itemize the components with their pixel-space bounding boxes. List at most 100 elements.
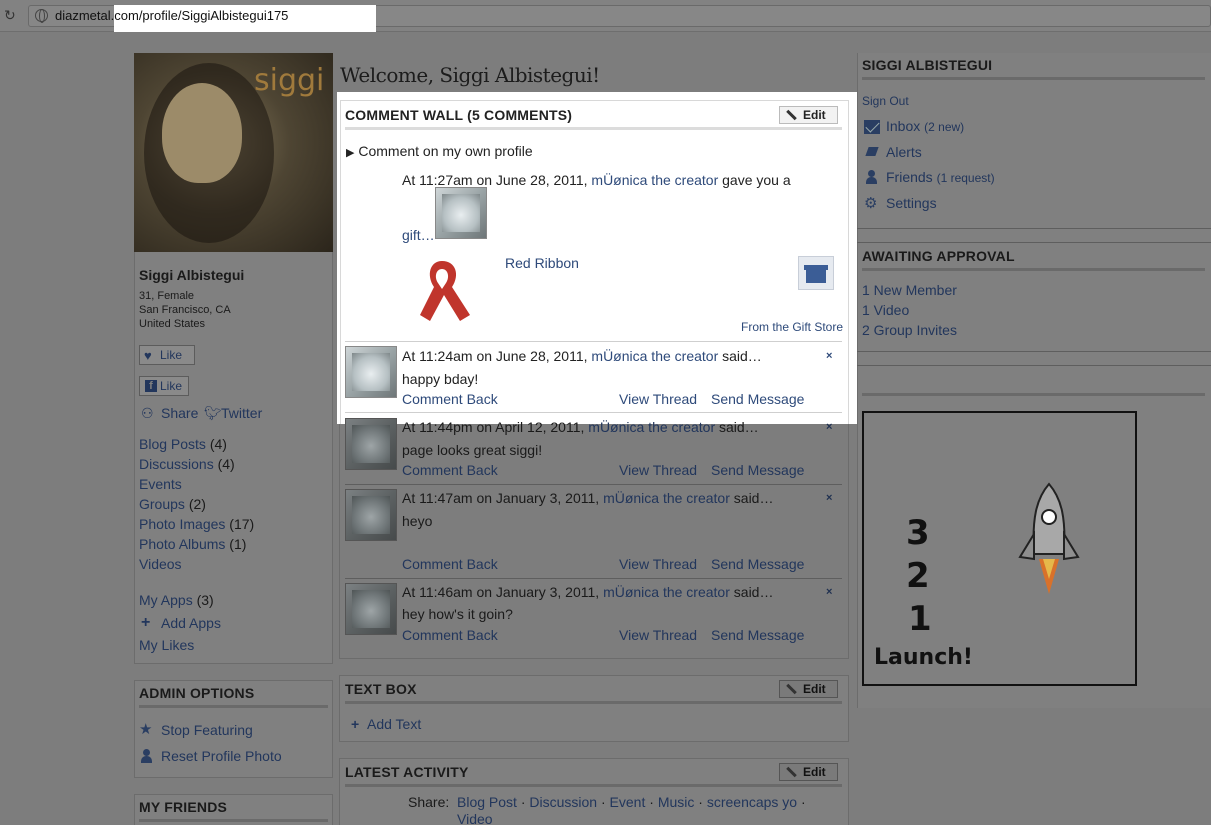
sidebar-divider [857, 365, 1211, 366]
comment-author-avatar[interactable] [345, 489, 397, 541]
left-nav-item[interactable]: Events [139, 476, 182, 492]
share-event-link[interactable]: Event [610, 794, 646, 810]
countdown-3: 3 [906, 513, 930, 553]
share-link[interactable]: Share [161, 405, 198, 421]
stop-featuring-link[interactable]: Stop Featuring [161, 722, 253, 738]
comment-author-link[interactable]: mÜønica the creator [603, 490, 730, 506]
share-video-link[interactable]: Video [457, 811, 493, 825]
user-menu-title: SIGGI ALBISTEGUI [862, 57, 993, 73]
share-music-link[interactable]: Music [658, 794, 695, 810]
comment-author-avatar[interactable] [345, 418, 397, 470]
comment-back-link[interactable]: Comment Back [402, 627, 498, 643]
text-box-edit-button[interactable]: Edit [779, 680, 838, 698]
awaiting-approval-title: AWAITING APPROVAL [862, 248, 1015, 264]
latest-activity-rule [345, 784, 842, 787]
plus-icon: + [351, 716, 360, 732]
comment-author-avatar[interactable] [345, 346, 397, 398]
view-thread-link[interactable]: View Thread [619, 462, 697, 478]
comment-back-link[interactable]: Comment Back [402, 462, 498, 478]
comment-author-link[interactable]: mÜønica the creator [603, 584, 730, 600]
profile-photo[interactable]: siggi [134, 53, 333, 252]
comment-header: At 11:24am on June 28, 2011, mÜønica the… [402, 348, 762, 364]
send-message-link[interactable]: Send Message [711, 556, 804, 572]
left-nav-item[interactable]: Photo Images (17) [139, 516, 254, 532]
send-message-link[interactable]: Send Message [711, 391, 804, 407]
admin-options-rule [139, 705, 328, 708]
delete-comment-icon[interactable]: × [826, 350, 832, 362]
awaiting-new-member-link[interactable]: 1 New Member [862, 282, 957, 298]
comment-author-link[interactable]: mÜønica the creator [588, 419, 715, 435]
comment-author-link[interactable]: mÜønica the creator [591, 348, 718, 364]
friends-link[interactable]: Friends (1 request) [886, 169, 995, 185]
like-button[interactable]: ♥ Like [139, 345, 195, 365]
comment-divider [345, 412, 842, 413]
alerts-link[interactable]: Alerts [886, 144, 922, 160]
gift-sender-avatar[interactable] [435, 187, 487, 239]
profile-country: United States [139, 318, 206, 330]
share-icon: ⚇ [141, 405, 154, 421]
profile-age-gender: 31, Female [139, 290, 195, 302]
gift-link[interactable]: gift… [402, 227, 435, 243]
comment-header: At 11:44pm on April 12, 2011, mÜønica th… [402, 419, 759, 435]
comment-divider [345, 484, 842, 485]
my-likes-link[interactable]: My Likes [139, 637, 194, 653]
delete-comment-icon[interactable]: × [826, 586, 832, 598]
settings-link[interactable]: Settings [886, 195, 937, 211]
latest-activity-title: LATEST ACTIVITY [345, 764, 469, 780]
send-message-link[interactable]: Send Message [711, 462, 804, 478]
triangle-right-icon: ▶ [346, 147, 355, 159]
add-apps-link[interactable]: Add Apps [161, 615, 221, 631]
reset-profile-photo-link[interactable]: Reset Profile Photo [161, 748, 282, 764]
view-thread-link[interactable]: View Thread [619, 391, 697, 407]
inbox-link[interactable]: Inbox (2 new) [886, 118, 964, 134]
comment-back-link[interactable]: Comment Back [402, 391, 498, 407]
sign-out-link[interactable]: Sign Out [862, 94, 909, 108]
view-thread-link[interactable]: View Thread [619, 627, 697, 643]
awaiting-group-invites-link[interactable]: 2 Group Invites [862, 322, 957, 338]
settings-icon [864, 194, 880, 212]
friends-icon [864, 170, 880, 184]
share-screencaps-link[interactable]: screencaps yo [707, 794, 797, 810]
share-discussion-link[interactable]: Discussion [529, 794, 597, 810]
rocket-icon [1018, 482, 1080, 594]
comment-own-profile-toggle[interactable]: ▶ Comment on my own profile [346, 143, 533, 159]
red-ribbon-icon[interactable] [412, 253, 482, 328]
comment-text: heyo [402, 513, 433, 529]
reload-icon[interactable]: ↻ [4, 8, 18, 22]
left-nav-item[interactable]: Groups (2) [139, 496, 206, 512]
comment-wall-title: COMMENT WALL (5 COMMENTS) [345, 107, 573, 123]
comment-author-avatar[interactable] [345, 583, 397, 635]
share-blog-post-link[interactable]: Blog Post [457, 794, 517, 810]
latest-activity-edit-button[interactable]: Edit [779, 763, 838, 781]
delete-comment-icon[interactable]: × [826, 492, 832, 504]
share-links-row: Blog Post · Discussion · Event · Music ·… [457, 794, 806, 810]
awaiting-video-link[interactable]: 1 Video [862, 302, 909, 318]
admin-options-title: ADMIN OPTIONS [139, 685, 255, 701]
heart-icon: ♥ [144, 348, 152, 363]
left-nav-item[interactable]: Videos [139, 556, 182, 572]
profile-photo-caption: siggi [254, 63, 325, 98]
left-nav-item[interactable]: Discussions (4) [139, 456, 235, 472]
comment-text: happy bday! [402, 371, 479, 387]
gift-box-icon[interactable] [798, 256, 834, 290]
left-nav-item[interactable]: Blog Posts (4) [139, 436, 227, 452]
add-text-link[interactable]: Add Text [367, 716, 421, 732]
delete-comment-icon[interactable]: × [826, 421, 832, 433]
left-nav-item[interactable]: Photo Albums (1) [139, 536, 246, 552]
awaiting-approval-rule [862, 268, 1205, 271]
my-apps-link[interactable]: My Apps (3) [139, 592, 214, 608]
gift-store-link[interactable]: From the Gift Store [741, 320, 843, 334]
sidebar-divider [857, 351, 1211, 352]
facebook-like-button[interactable]: f Like [139, 376, 189, 396]
gift-name-link[interactable]: Red Ribbon [505, 255, 579, 271]
gift-author-link[interactable]: mÜønica the creator [591, 172, 718, 188]
view-thread-link[interactable]: View Thread [619, 556, 697, 572]
send-message-link[interactable]: Send Message [711, 627, 804, 643]
twitter-link[interactable]: Twitter [221, 405, 262, 421]
url-text[interactable]: diazmetal.com/profile/SiggiAlbistegui175 [55, 8, 288, 23]
comment-wall-rule [345, 127, 842, 130]
launch-word: Launch! [874, 645, 973, 670]
comment-wall-edit-button[interactable]: Edit [779, 106, 838, 124]
comment-back-link[interactable]: Comment Back [402, 556, 498, 572]
launch-widget[interactable]: 3 2 1 Launch! [862, 411, 1137, 686]
